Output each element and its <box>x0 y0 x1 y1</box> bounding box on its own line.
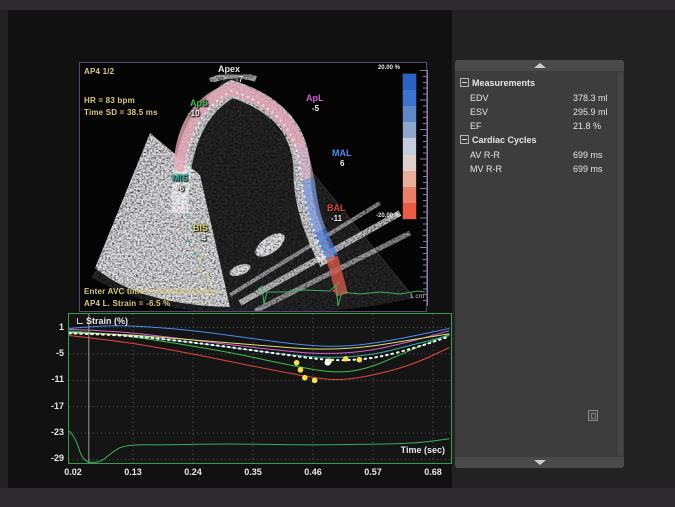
x-tick-label: 0.68 <box>419 467 447 477</box>
segment-label-mal: MAL6 <box>332 149 352 168</box>
apex-value: -7 <box>236 75 243 84</box>
strain-colorbar <box>402 73 417 220</box>
measurement-label: EF <box>470 121 482 131</box>
measurement-label: EDV <box>470 93 489 103</box>
peak-strain-marker <box>298 367 304 373</box>
chart-title: Strain (%) <box>77 316 128 326</box>
measurement-value: 378.3 ml <box>573 91 608 105</box>
colorbar-segment <box>403 138 416 154</box>
colorbar-segment <box>403 106 416 122</box>
section-header-measurements[interactable]: Measurements <box>455 76 617 91</box>
peak-strain-marker <box>294 360 300 366</box>
peak-strain-marker <box>343 356 349 362</box>
colorbar-max-label: 20.00 % <box>370 65 400 71</box>
colorbar-segment <box>403 74 416 90</box>
scroll-up-button[interactable] <box>455 60 624 71</box>
measurement-value: 21.8 % <box>573 119 601 133</box>
colorbar-segment <box>403 187 416 203</box>
colorbar-segment <box>403 203 416 219</box>
series-ecg <box>69 431 449 462</box>
x-tick-label: 0.24 <box>179 467 207 477</box>
hr-label: HR = 83 bpm <box>84 96 135 105</box>
segment-label-bis: BIS-4 <box>193 224 208 243</box>
measurement-value: 295.9 ml <box>573 105 608 119</box>
segment-label-apl: ApL-5 <box>306 94 324 113</box>
measurement-value: 699 ms <box>573 148 603 162</box>
view-label: AP4 1/2 <box>84 67 114 76</box>
measurement-label: MV R-R <box>470 164 502 174</box>
scrollbar-track[interactable] <box>618 72 623 456</box>
y-tick-label: -11 <box>42 374 64 384</box>
measurement-row: MV R-R 699 ms <box>455 162 617 176</box>
y-tick-label: -29 <box>42 453 64 463</box>
measurement-label: AV R-R <box>470 150 500 160</box>
segment-label-bal: BAL-11 <box>327 204 346 223</box>
strain-chart[interactable] <box>69 314 451 463</box>
y-tick-label: 1 <box>42 322 64 332</box>
chart-xlabel: Time (sec) <box>401 445 445 455</box>
section-title: Cardiac Cycles <box>472 135 537 145</box>
peak-strain-marker <box>302 375 308 381</box>
y-tick-label: -17 <box>42 401 64 411</box>
measurement-row: EF 21.8 % <box>455 119 617 133</box>
colorbar-min-label: -20.00 % <box>362 213 400 219</box>
depth-ruler-label: 1 cm <box>398 293 424 300</box>
apex-label: Apex <box>218 64 240 74</box>
series-average <box>69 333 449 360</box>
segment-label-aps: ApS-10 <box>190 99 208 118</box>
y-tick-label: -5 <box>42 348 64 358</box>
colorbar-segment <box>403 171 416 187</box>
peak-strain-marker <box>312 378 318 384</box>
avc-message: Enter AVC time in Cardiac Cycles. <box>84 287 219 296</box>
x-tick-label: 0.46 <box>299 467 327 477</box>
measurement-row: ESV 295.9 ml <box>455 105 617 119</box>
collapse-icon[interactable] <box>460 135 469 144</box>
measurements-panel: Measurements EDV 378.3 ml ESV 295.9 ml E… <box>455 60 624 468</box>
strain-summary: AP4 L. Strain = -6.5 % <box>84 299 170 308</box>
ultrasound-panel: AP4 1/2 HR = 83 bpm Time SD = 38.5 ms Ap… <box>79 62 427 312</box>
measurement-row: AV R-R 699 ms <box>455 148 617 162</box>
x-tick-label: 0.57 <box>359 467 387 477</box>
section-title: Measurements <box>472 78 535 88</box>
x-tick-label: 0.13 <box>119 467 147 477</box>
x-tick-label: 0.35 <box>239 467 267 477</box>
scroll-down-button[interactable] <box>455 457 624 468</box>
small-square-icon[interactable] <box>588 410 598 421</box>
collapse-icon[interactable] <box>460 78 469 87</box>
measurement-value: 699 ms <box>573 162 603 176</box>
measurement-label: ESV <box>470 107 488 117</box>
colorbar-segment <box>403 122 416 138</box>
colorbar-segment <box>403 90 416 106</box>
y-tick-label: -23 <box>42 427 64 437</box>
chevron-up-icon <box>534 63 546 68</box>
strain-chart-panel[interactable]: Strain (%) Time (sec) 0.020.130.240.350.… <box>68 313 452 464</box>
time-sd-label: Time SD = 38.5 ms <box>84 108 158 117</box>
depth-ruler <box>427 70 428 306</box>
colorbar-segment <box>403 155 416 171</box>
section-header-cardiac-cycles[interactable]: Cardiac Cycles <box>455 133 617 148</box>
measurement-row: EDV 378.3 ml <box>455 91 617 105</box>
chevron-down-icon <box>534 460 546 465</box>
segment-label-mis: MIS-6 <box>172 174 188 193</box>
peak-strain-marker <box>357 357 363 363</box>
avg-strain-marker <box>325 359 331 365</box>
x-tick-label: 0.02 <box>59 467 87 477</box>
